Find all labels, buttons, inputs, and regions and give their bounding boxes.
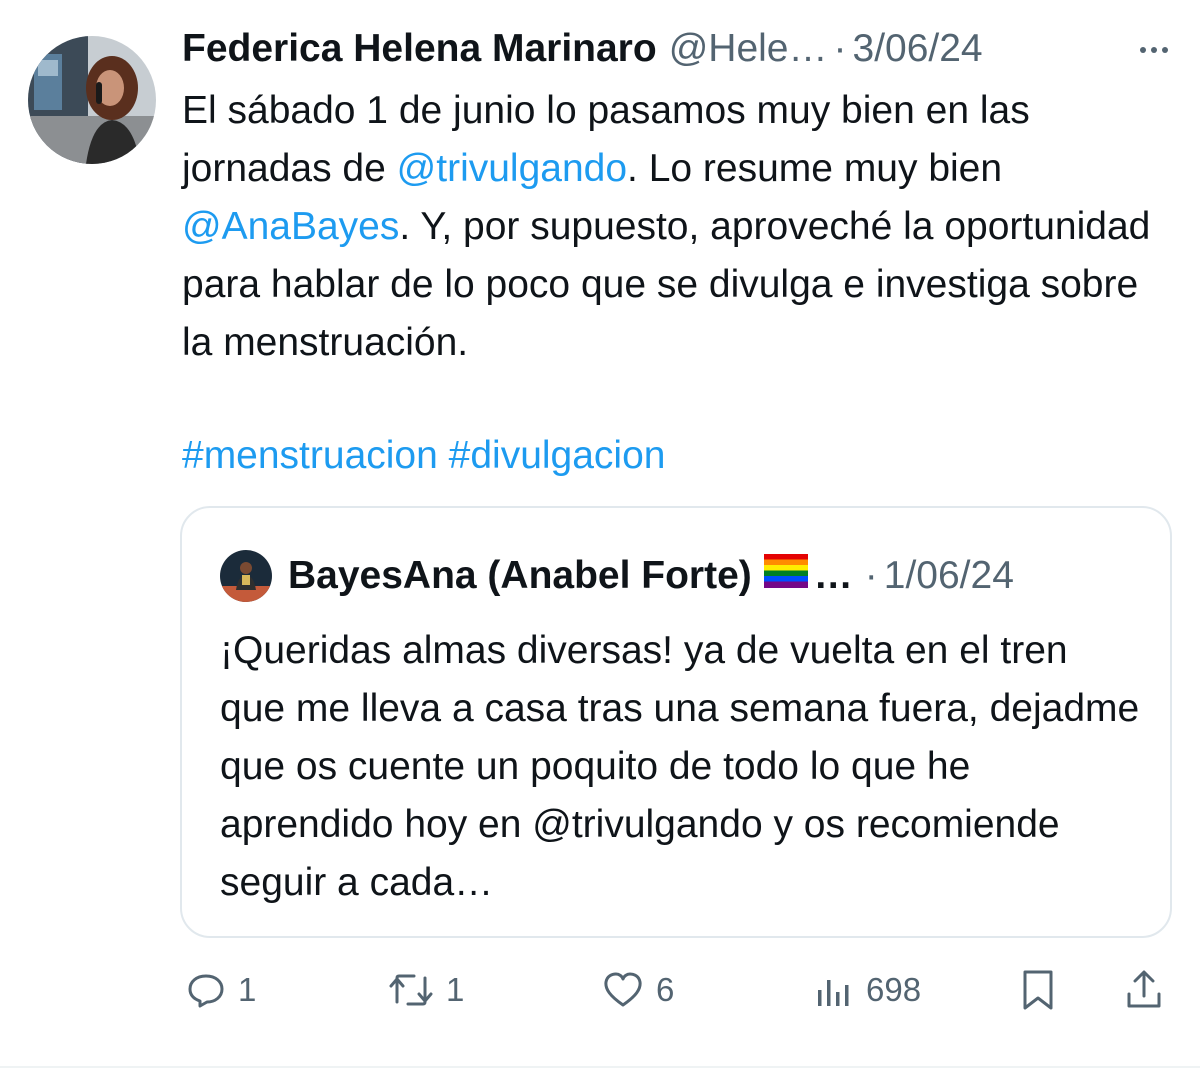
author-name[interactable]: Federica Helena Marinaro <box>182 27 657 71</box>
quoted-header-separator: · <box>864 554 878 597</box>
avatar-photo <box>28 36 156 164</box>
retweet-count: 1 <box>446 971 465 1008</box>
tweet-text-segment: . Lo resume muy bien <box>627 147 1003 190</box>
views-icon <box>814 970 854 1010</box>
quoted-name-ellipsis: … <box>813 554 853 597</box>
heart-icon <box>602 970 644 1010</box>
retweet-button[interactable]: 1 <box>388 960 464 1020</box>
tweet-text: El sábado 1 de junio lo pasamos muy bien… <box>182 82 1172 372</box>
divider <box>0 1066 1200 1068</box>
mention-link[interactable]: @trivulgando <box>397 147 627 190</box>
header-separator: · <box>833 27 847 70</box>
like-count: 6 <box>656 971 675 1008</box>
quoted-tweet[interactable]: BayesAna (Anabel Forte) … · 1/06/24 ¡Que… <box>180 506 1172 938</box>
hashtag-link[interactable]: #divulgacion <box>449 434 666 477</box>
retweet-icon <box>388 970 434 1010</box>
avatar-photo <box>220 550 272 602</box>
author-handle[interactable]: @Hele… <box>669 27 828 71</box>
quoted-tweet-text: ¡Queridas almas diversas! ya de vuelta e… <box>220 629 1140 904</box>
views-button[interactable]: 698 <box>814 960 921 1020</box>
reply-button[interactable]: 1 <box>186 960 256 1020</box>
bookmark-button[interactable] <box>1018 960 1058 1020</box>
tweet-date[interactable]: 3/06/24 <box>853 27 983 71</box>
tweet-header: Federica Helena Marinaro @Hele… · 3/06/2… <box>182 24 1172 74</box>
share-button[interactable] <box>1124 960 1164 1020</box>
mention-link[interactable]: @AnaBayes <box>182 205 399 248</box>
quoted-tweet-header: BayesAna (Anabel Forte) … · 1/06/24 <box>220 548 1014 604</box>
share-icon <box>1124 968 1164 1012</box>
rainbow-flag-icon <box>763 554 808 598</box>
more-icon[interactable] <box>1136 32 1172 78</box>
like-button[interactable]: 6 <box>602 960 674 1020</box>
bookmark-icon <box>1018 968 1058 1012</box>
quoted-tweet-date[interactable]: 1/06/24 <box>884 554 1014 598</box>
author-avatar[interactable] <box>28 36 156 164</box>
hashtags: #menstruacion #divulgacion <box>182 427 665 485</box>
reply-count: 1 <box>238 971 257 1008</box>
quoted-author-name[interactable]: BayesAna (Anabel Forte) <box>288 554 752 598</box>
tweet-actions: 1 1 6 698 <box>182 960 1172 1020</box>
hashtag-link[interactable]: #menstruacion <box>182 434 438 477</box>
quoted-author-avatar <box>220 550 272 602</box>
views-count: 698 <box>866 971 922 1008</box>
reply-icon <box>186 970 226 1010</box>
